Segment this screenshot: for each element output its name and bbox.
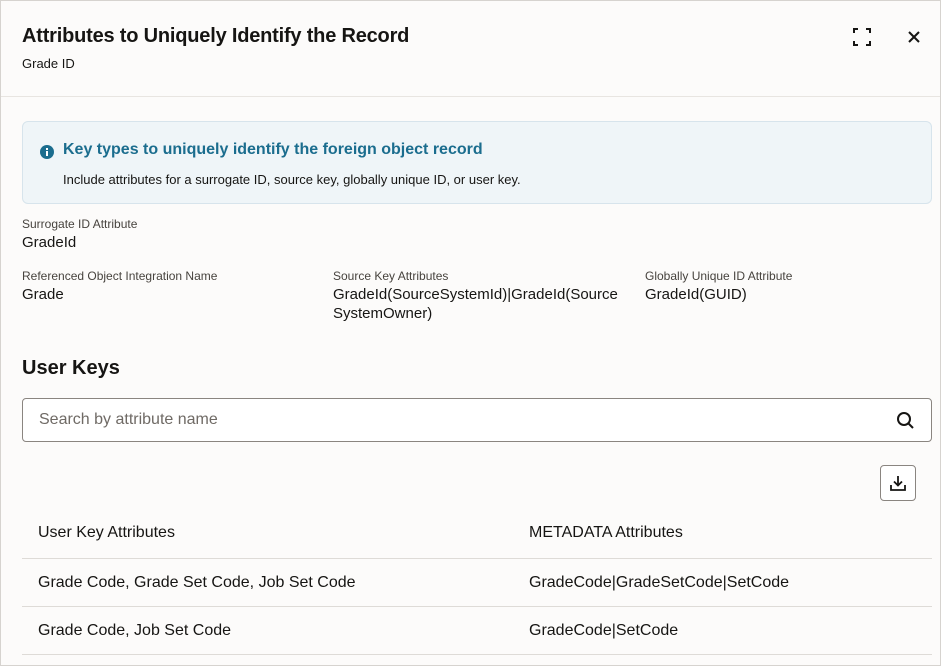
dialog-header: Attributes to Uniquely Identify the Reco… <box>1 1 940 97</box>
maximize-icon <box>853 28 871 46</box>
column-header-metadata-attributes[interactable]: METADATA Attributes <box>529 507 683 558</box>
column-header-user-key-attributes[interactable]: User Key Attributes <box>38 507 175 558</box>
table-row[interactable]: Grade Code, Job Set Code GradeCode|SetCo… <box>22 607 932 655</box>
close-button[interactable] <box>902 25 926 49</box>
search-icon[interactable] <box>896 411 915 430</box>
table-cell: GradeCode|GradeSetCode|SetCode <box>529 573 790 591</box>
user-keys-title: User Keys <box>22 357 120 379</box>
dialog: Attributes to Uniquely Identify the Reco… <box>0 0 941 666</box>
dialog-title: Attributes to Uniquely Identify the Reco… <box>22 25 410 47</box>
guid-value: GradeId(GUID) <box>645 286 747 303</box>
download-icon <box>890 476 906 491</box>
table-cell: Grade Code, Job Set Code <box>38 621 232 639</box>
table-row[interactable]: Grade Code, Grade Set Code, Job Set Code… <box>22 559 932 607</box>
surrogate-id-value: GradeId <box>22 234 77 251</box>
table-cell: Grade Code, Grade Set Code, Job Set Code <box>38 573 356 591</box>
source-key-value: GradeId(SourceSystemId)|GradeId(SourceSy… <box>333 286 618 322</box>
close-icon <box>908 31 920 43</box>
surrogate-id-label: Surrogate ID Attribute <box>22 217 138 231</box>
banner-title: Key types to uniquely identify the forei… <box>63 141 483 158</box>
search-input[interactable] <box>39 399 879 441</box>
maximize-button[interactable] <box>850 25 874 49</box>
referenced-object-label: Referenced Object Integration Name <box>22 269 218 283</box>
info-banner: Key types to uniquely identify the forei… <box>22 121 932 204</box>
dialog-subtitle: Grade ID <box>22 56 75 71</box>
banner-text: Include attributes for a surrogate ID, s… <box>63 172 521 187</box>
info-icon <box>40 145 54 159</box>
table-cell: GradeCode|SetCode <box>529 621 679 639</box>
guid-label: Globally Unique ID Attribute <box>645 269 793 283</box>
export-button[interactable] <box>880 465 916 501</box>
user-keys-table: User Key Attributes METADATA Attributes … <box>22 507 932 655</box>
referenced-object-value: Grade <box>22 286 64 303</box>
source-key-label: Source Key Attributes <box>333 269 449 283</box>
search-field[interactable] <box>22 398 932 442</box>
table-header: User Key Attributes METADATA Attributes <box>22 507 932 559</box>
